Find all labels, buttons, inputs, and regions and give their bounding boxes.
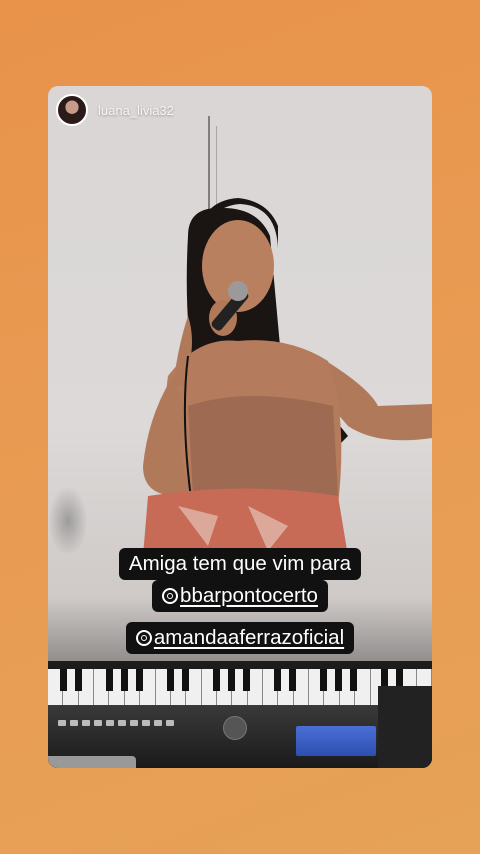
keyboard-buttons — [58, 720, 208, 730]
keyboard-screen — [296, 726, 376, 756]
profile-avatar[interactable] — [56, 94, 88, 126]
mention-handle[interactable]: amandaaferrazoficial — [154, 626, 344, 649]
mention-icon — [162, 588, 179, 604]
speaker — [378, 686, 432, 768]
mention-icon — [135, 630, 152, 646]
mention-handle[interactable]: bbarpontocerto — [180, 584, 318, 607]
mention-tag-2[interactable]: amandaaferrazoficial — [125, 622, 355, 654]
caption-line: Amiga tem que vim para — [118, 548, 362, 580]
story-card[interactable]: luana_livia32 Amiga tem que vim para bba… — [48, 86, 432, 768]
black-keys — [48, 669, 432, 691]
username[interactable]: luana_livia32 — [98, 103, 174, 118]
phone-edge — [48, 756, 136, 768]
keyboard-knob — [223, 716, 247, 740]
mention-tag-1[interactable]: bbarpontocerto — [152, 580, 328, 612]
